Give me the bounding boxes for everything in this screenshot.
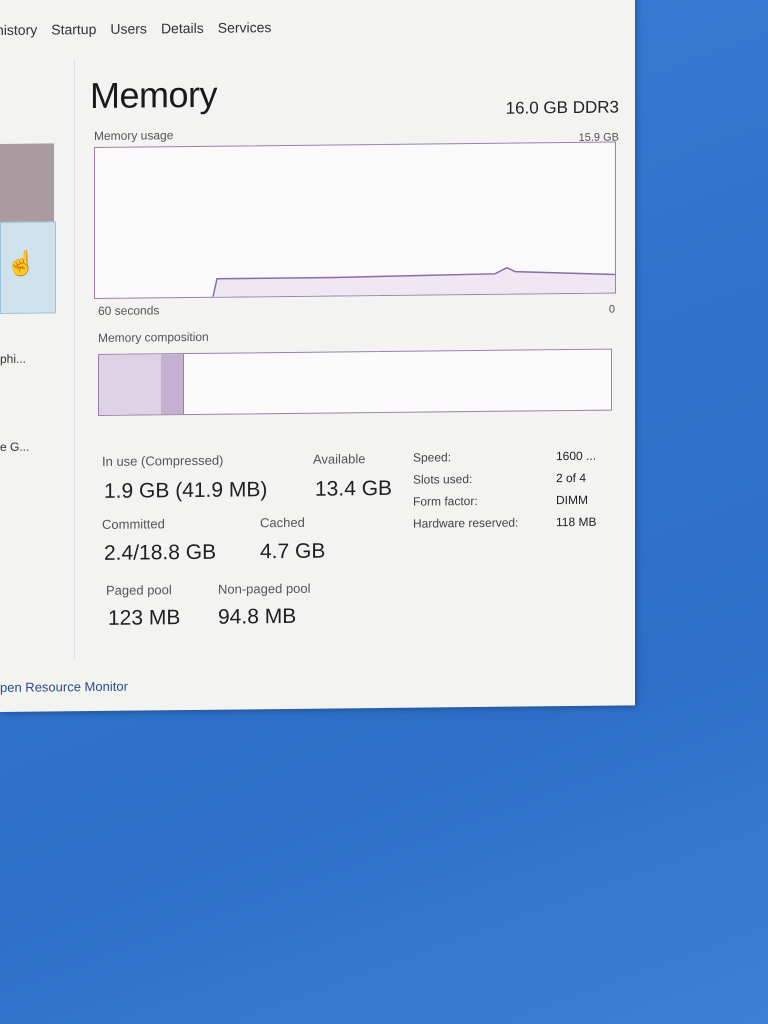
memory-spec: 16.0 GB DDR3 (505, 97, 619, 118)
tab-users[interactable]: Users (110, 20, 147, 36)
task-manager-window: history Startup Users Details Services ☝… (0, 0, 635, 713)
composition-label: Memory composition (98, 329, 209, 345)
speed-label: Speed: (413, 450, 452, 465)
composition-modified (161, 354, 184, 415)
memory-usage-graph (94, 141, 616, 300)
available-value: 13.4 GB (315, 476, 393, 501)
sidebar-item-cpu[interactable] (0, 143, 54, 222)
in-use-value: 1.9 GB (41.9 MB) (104, 478, 268, 503)
desktop-background (0, 712, 768, 1024)
open-resource-monitor-link[interactable]: pen Resource Monitor (0, 679, 128, 695)
form-factor-label: Form factor: (413, 493, 478, 509)
sidebar-item-gpu[interactable]: phi... (0, 352, 26, 366)
usage-fill (213, 267, 615, 297)
non-paged-pool-label: Non-paged pool (218, 580, 311, 597)
memory-composition-bar (98, 348, 612, 416)
usage-line-chart (212, 266, 616, 297)
tab-startup[interactable]: Startup (51, 21, 96, 37)
speed-value: 1600 ... (556, 448, 597, 464)
paged-pool-value: 123 MB (108, 606, 181, 630)
tab-details[interactable]: Details (161, 20, 204, 36)
committed-label: Committed (102, 516, 165, 532)
committed-value: 2.4/18.8 GB (104, 540, 217, 565)
hardware-reserved-value: 118 MB (556, 514, 597, 530)
graph-label: Memory usage (94, 128, 174, 144)
slots-label: Slots used: (413, 472, 473, 487)
hardware-reserved-label: Hardware reserved: (413, 515, 519, 531)
cached-value: 4.7 GB (260, 539, 326, 564)
available-label: Available (313, 451, 366, 467)
tab-services[interactable]: Services (218, 19, 272, 36)
tab-bar: history Startup Users Details Services (0, 19, 271, 38)
non-paged-pool-value: 94.8 MB (218, 604, 297, 629)
hand-cursor-icon: ☝ (6, 250, 36, 278)
composition-in-use (99, 354, 162, 415)
page-title: Memory (90, 73, 218, 117)
sidebar-item-ethernet[interactable]: e G... (0, 440, 29, 454)
paged-pool-label: Paged pool (106, 582, 172, 598)
slots-value: 2 of 4 (556, 470, 587, 486)
in-use-label: In use (Compressed) (102, 452, 224, 469)
sidebar-divider (74, 59, 75, 660)
tab-app-history[interactable]: history (0, 22, 37, 38)
cached-label: Cached (260, 514, 305, 531)
graph-min-label: 0 (608, 303, 615, 316)
graph-time-label: 60 seconds (98, 303, 160, 318)
form-factor-value: DIMM (556, 492, 588, 508)
